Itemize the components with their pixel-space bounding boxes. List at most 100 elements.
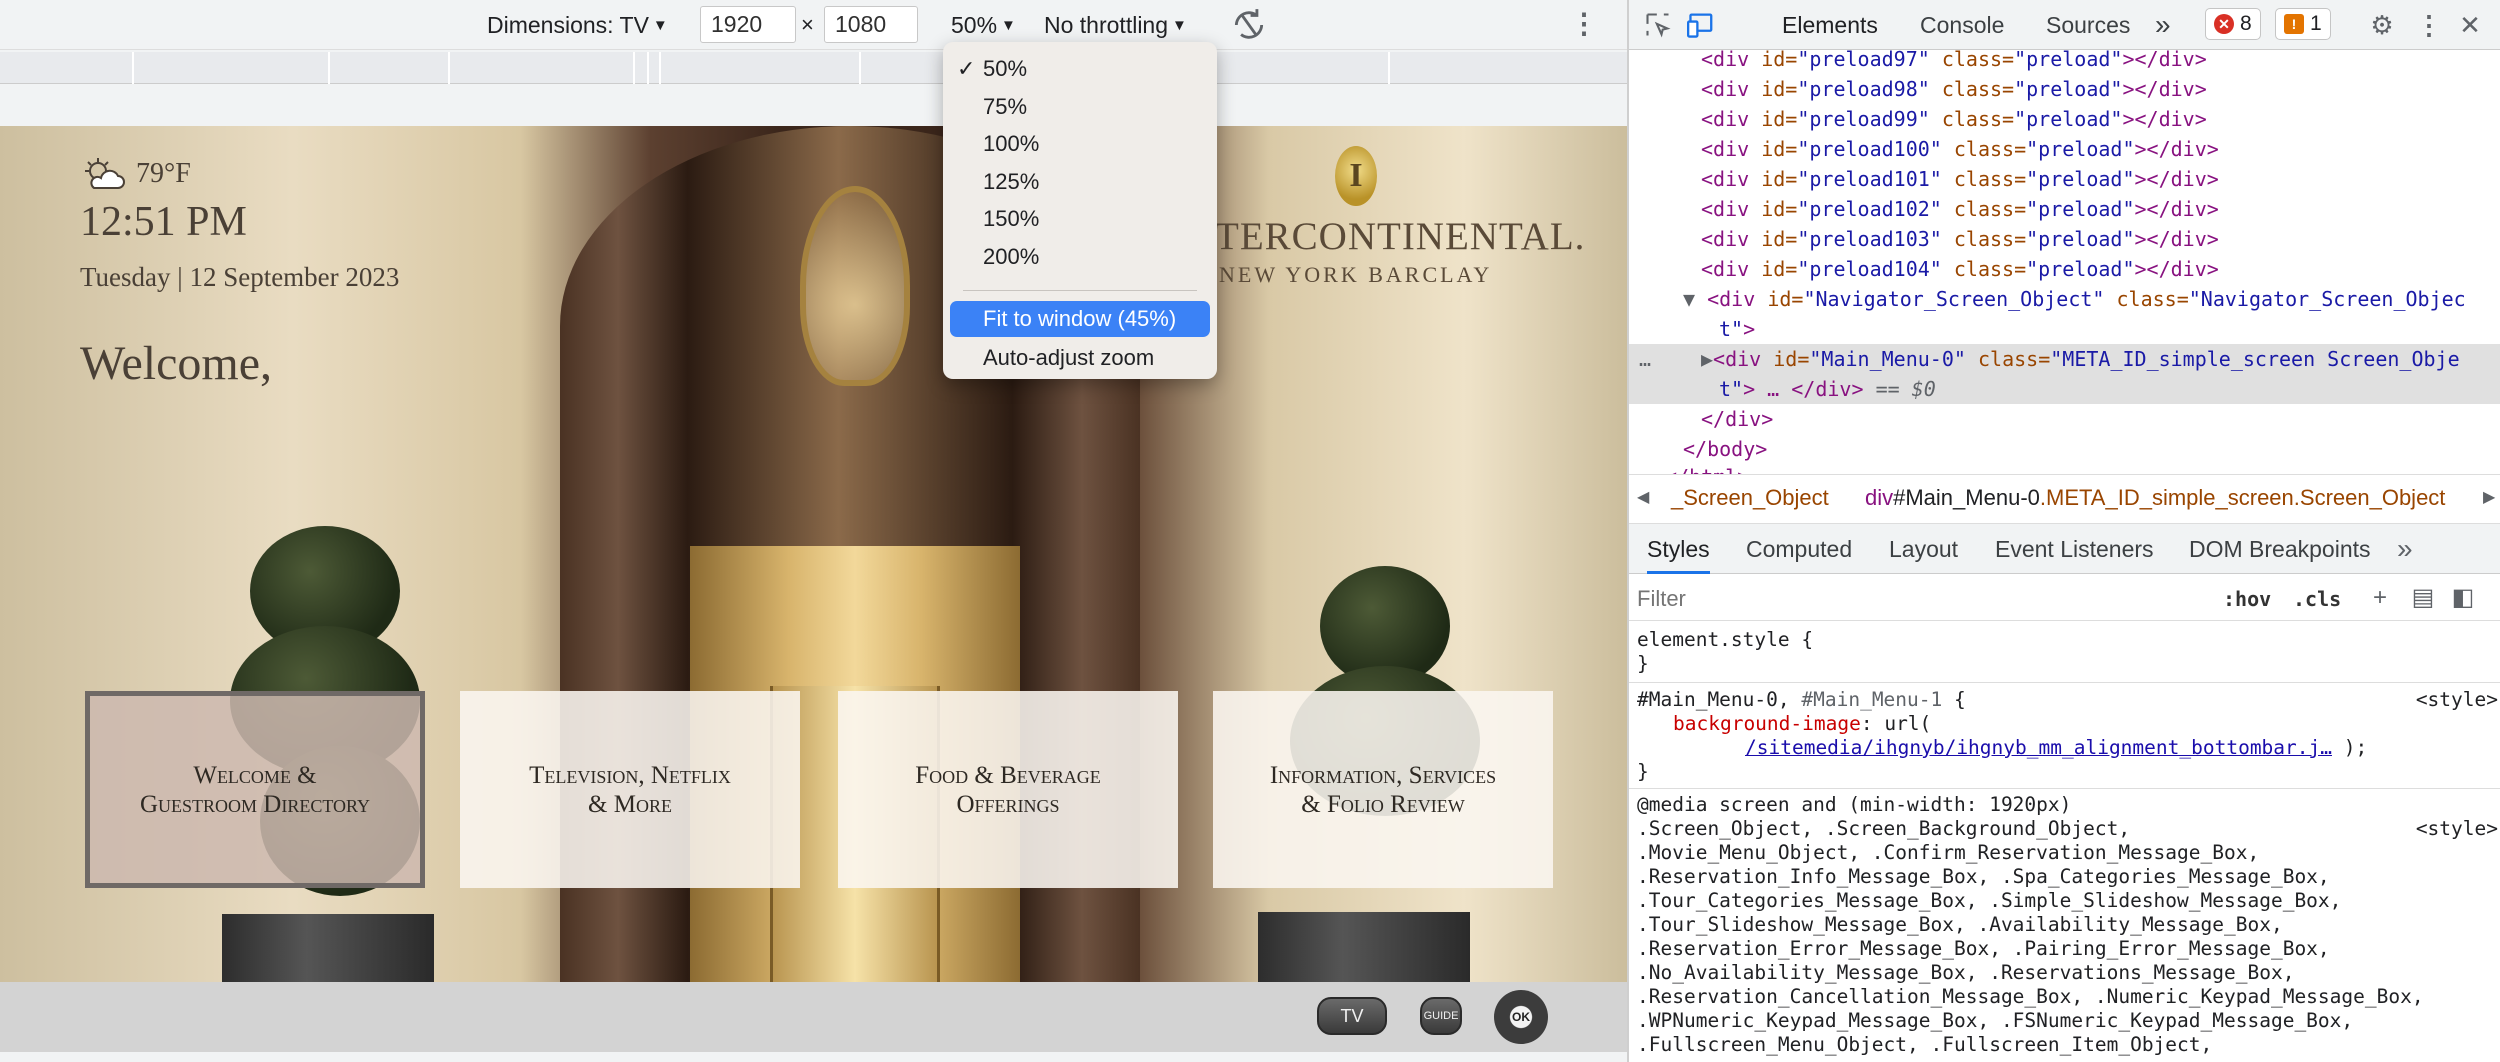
selector-line[interactable]: .Tour_Categories_Message_Box, .Simple_Sl… — [1637, 889, 2341, 913]
dom-node-preload[interactable]: <div id="preload99" class="preload"></di… — [1701, 104, 2207, 134]
dimensions-dropdown[interactable]: Dimensions: TV ▼ — [487, 0, 668, 50]
dom-node-preload[interactable]: <div id="preload101" class="preload"></d… — [1701, 164, 2219, 194]
background-image-declaration[interactable]: background-image: url( — [1673, 712, 1931, 736]
close-icon[interactable]: ✕ — [2455, 10, 2485, 40]
expand-triangle-icon[interactable]: ▼ — [1683, 287, 1695, 311]
device-toolbar-toggle-icon[interactable] — [1687, 10, 1717, 40]
background-url-line: /sitemedia/ihgnyb/ihgnyb_mm_alignment_bo… — [1745, 736, 2367, 760]
zoom-option-75[interactable]: 75% — [943, 88, 1217, 126]
menu-tile-food-beverage[interactable]: Food & Beverage Offerings — [838, 691, 1178, 888]
zoom-option-200[interactable]: 200% — [943, 238, 1217, 276]
zoom-option-50[interactable]: ✓ 50% — [943, 50, 1217, 88]
tab-computed[interactable]: Computed — [1746, 524, 1852, 574]
tab-layout[interactable]: Layout — [1889, 524, 1958, 574]
media-query-segment[interactable] — [450, 52, 635, 84]
more-vert-icon[interactable]: ⋮ — [2414, 10, 2444, 40]
styles-filter-input[interactable] — [1637, 582, 2167, 616]
zoom-option-125[interactable]: 125% — [943, 163, 1217, 201]
dom-node-preload[interactable]: <div id="preload97" class="preload"></di… — [1701, 50, 2207, 74]
error-badge[interactable]: ✕ 8 — [2205, 8, 2261, 40]
warning-icon: ! — [2284, 14, 2304, 34]
tab-sources[interactable]: Sources — [2046, 0, 2130, 50]
tab-styles[interactable]: Styles — [1647, 524, 1710, 574]
height-input[interactable]: 1080 — [824, 6, 918, 43]
tab-elements[interactable]: Elements — [1782, 0, 1878, 50]
selector-line[interactable]: .Reservation_Error_Message_Box, .Pairing… — [1637, 937, 2330, 961]
ok-dpad-button[interactable]: OK — [1494, 990, 1548, 1044]
media-query-bar[interactable] — [0, 52, 1627, 84]
dom-node-preload[interactable]: <div id="preload100" class="preload"></d… — [1701, 134, 2219, 164]
breadcrumb-item-current[interactable]: div#Main_Menu-0.META_ID_simple_screen.Sc… — [1865, 485, 2445, 511]
media-query-segment[interactable] — [134, 52, 330, 84]
stylesheet-link[interactable]: /sitemedia/ihgnyb/ihgnyb_mm_alignment_bo… — [1745, 736, 2332, 759]
device-emulation-pane: Dimensions: TV ▼ 1920 × 1080 50% ▼ No th… — [0, 0, 1627, 1062]
attr-value: "preload98" — [1797, 77, 1930, 101]
zoom-fit-to-window[interactable]: Fit to window (45%) — [950, 301, 1210, 337]
more-vert-icon[interactable]: ⋮ — [1570, 4, 1598, 46]
menu-tile-television[interactable]: Television, Netflix & More — [460, 691, 800, 888]
selector-line[interactable]: .Movie_Menu_Object, .Confirm_Reservation… — [1637, 841, 2259, 865]
zoom-option-label: 150% — [983, 206, 1040, 231]
gear-icon[interactable]: ⚙ — [2367, 10, 2397, 40]
zoom-option-100[interactable]: 100% — [943, 125, 1217, 163]
warning-badge[interactable]: ! 1 — [2275, 8, 2331, 40]
more-tabs-icon[interactable]: » — [2397, 524, 2413, 574]
styles-rules-pane: element.style { } #Main_Menu-0, #Main_Me… — [1629, 622, 2500, 1062]
dom-node-preload[interactable]: <div id="preload98" class="preload"></di… — [1701, 74, 2207, 104]
selector-line[interactable]: .Screen_Object, .Screen_Background_Objec… — [1637, 817, 2130, 841]
media-query-segment[interactable] — [1390, 52, 1627, 84]
tab-console[interactable]: Console — [1920, 0, 2004, 50]
error-icon: ✕ — [2214, 14, 2234, 34]
date-text: 12 September 2023 — [189, 262, 400, 292]
breadcrumb-item[interactable]: _Screen_Object — [1671, 485, 1829, 511]
style-origin[interactable]: <style> — [2416, 688, 2498, 712]
selector-line[interactable]: .WPNumeric_Keypad_Message_Box, .FSNumeri… — [1637, 1009, 2353, 1033]
media-query-segment[interactable] — [635, 52, 649, 84]
media-query-segment[interactable] — [661, 52, 861, 84]
menu-tile-information[interactable]: Information, Services & Folio Review — [1213, 691, 1553, 888]
selector-line[interactable]: .Fullscreen_Menu_Object, .Fullscreen_Ite… — [1637, 1033, 2212, 1057]
zoom-auto-adjust[interactable]: Auto-adjust zoom — [943, 339, 1217, 377]
more-tabs-icon[interactable]: » — [2155, 0, 2171, 50]
attr-value: "preload" — [2014, 77, 2123, 101]
rotate-icon[interactable] — [1230, 0, 1268, 50]
media-query-segment[interactable] — [1210, 52, 1390, 84]
dom-close-div[interactable]: </div> — [1701, 404, 1773, 434]
media-query-segment[interactable] — [649, 52, 661, 84]
dom-close-html[interactable]: </html> — [1665, 462, 1749, 474]
paint-brush-icon[interactable]: ▤ — [2409, 584, 2437, 612]
tv-button[interactable]: TV — [1317, 997, 1387, 1035]
hover-state-button[interactable]: :hov — [2223, 584, 2271, 614]
element-style-rule[interactable]: element.style { — [1637, 628, 1813, 652]
selector-line[interactable]: .No_Availability_Message_Box, .Reservati… — [1637, 961, 2294, 985]
selector-line[interactable]: .Tour_Slideshow_Message_Box, .Availabili… — [1637, 913, 2283, 937]
main-menu-rule-selector[interactable]: #Main_Menu-0, #Main_Menu-1 { — [1637, 688, 1966, 712]
logo-name: TERCONTINENTAL. — [1215, 215, 1586, 258]
dom-close-body[interactable]: </body> — [1683, 434, 1767, 464]
width-input[interactable]: 1920 — [700, 6, 796, 43]
media-query-segment[interactable] — [330, 52, 450, 84]
media-query-segment[interactable] — [0, 52, 134, 84]
breadcrumb-right-icon[interactable]: ▶ — [2483, 487, 2495, 507]
dom-node-preload[interactable]: <div id="preload103" class="preload"></d… — [1701, 224, 2219, 254]
tab-event-listeners[interactable]: Event Listeners — [1995, 524, 2154, 574]
tab-dom-breakpoints[interactable]: DOM Breakpoints — [2189, 524, 2371, 574]
row-ellipsis-icon[interactable]: … — [1639, 344, 1651, 374]
zoom-option-150[interactable]: 150% — [943, 200, 1217, 238]
class-toggle-button[interactable]: .cls — [2293, 584, 2341, 614]
add-rule-icon[interactable]: + — [2366, 584, 2394, 612]
dom-node-main-menu[interactable]: ▶<div id="Main_Menu-0" class="META_ID_si… — [1701, 344, 2460, 374]
style-origin[interactable]: <style> — [2416, 817, 2498, 841]
selector-line[interactable]: .Reservation_Info_Message_Box, .Spa_Cate… — [1637, 865, 2330, 889]
breadcrumb-left-icon[interactable]: ◀ — [1637, 487, 1649, 507]
dom-node-navigator[interactable]: ▼ <div id="Navigator_Screen_Object" clas… — [1683, 284, 2466, 314]
menu-tile-welcome[interactable]: Welcome & Guestroom Directory — [85, 691, 425, 888]
inspect-element-icon[interactable] — [1643, 10, 1673, 40]
dom-node-preload[interactable]: <div id="preload102" class="preload"></d… — [1701, 194, 2219, 224]
collapse-triangle-icon[interactable]: ▶ — [1701, 347, 1713, 371]
welcome-heading: Welcome, — [80, 337, 273, 390]
dom-node-preload[interactable]: <div id="preload104" class="preload"></d… — [1701, 254, 2219, 284]
guide-button[interactable]: GUIDE — [1420, 997, 1462, 1035]
sidebar-toggle-icon[interactable]: ◧ — [2449, 584, 2477, 612]
selector-line[interactable]: .Reservation_Cancellation_Message_Box, .… — [1637, 985, 2424, 1009]
